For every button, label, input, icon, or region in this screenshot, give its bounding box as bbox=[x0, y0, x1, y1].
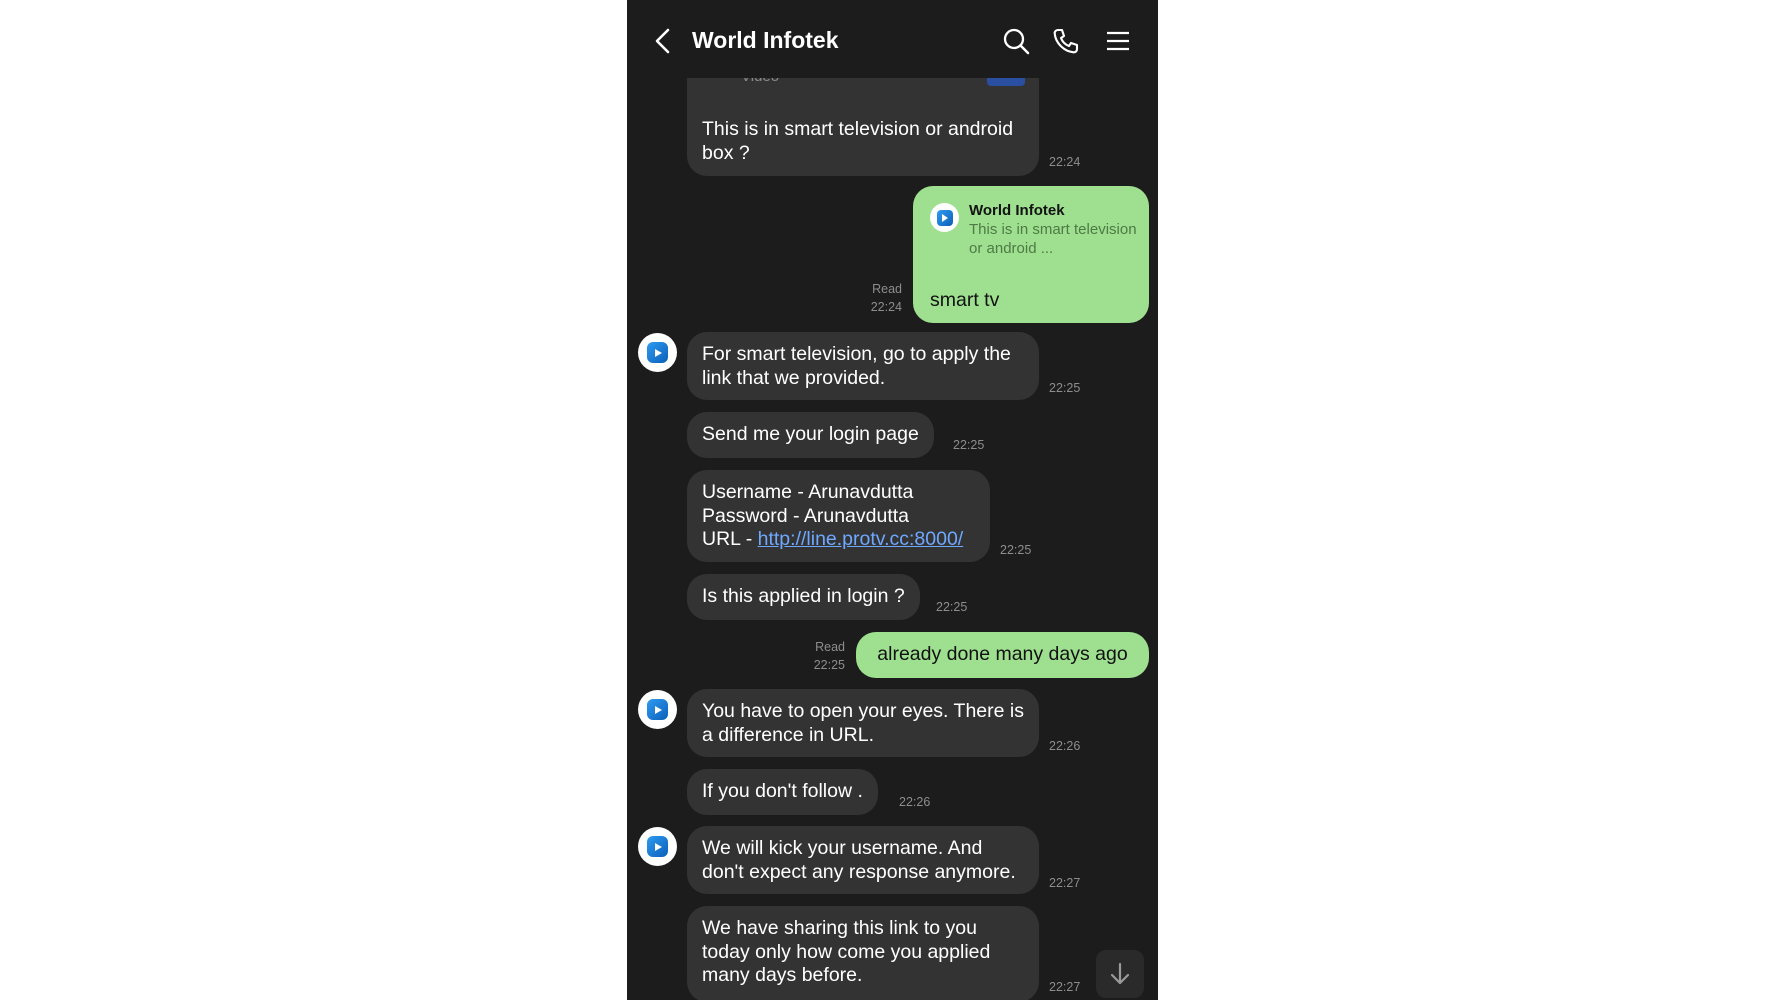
message-text: We will kick your username. And don't ex… bbox=[702, 837, 1016, 883]
message-incoming[interactable]: Username - Arunavdutta Password - Arunav… bbox=[687, 470, 990, 562]
url-label: URL - bbox=[702, 528, 758, 550]
quoted-avatar bbox=[930, 203, 959, 232]
message-time: 22:26 bbox=[1049, 739, 1081, 753]
message-time: 22:24 bbox=[1049, 155, 1081, 169]
quoted-sender: World Infotek bbox=[969, 202, 1065, 219]
quoted-text: This is in smart television or android .… bbox=[969, 221, 1137, 257]
message-text: We have sharing this link to you today o… bbox=[702, 917, 991, 986]
message-time: 22:27 bbox=[1049, 980, 1081, 994]
message-text: Send me your login page bbox=[702, 423, 919, 445]
message-time: 22:26 bbox=[899, 795, 931, 809]
message-text: already done many days ago bbox=[877, 643, 1128, 665]
message-incoming[interactable]: For smart television, go to apply the li… bbox=[687, 332, 1039, 400]
credentials-username: Username - Arunavdutta bbox=[702, 481, 914, 503]
world-infotek-logo-icon bbox=[647, 342, 668, 363]
message-incoming[interactable]: Is this applied in login ? bbox=[687, 574, 920, 620]
message-text: For smart television, go to apply the li… bbox=[702, 343, 1011, 389]
message-incoming[interactable]: We will kick your username. And don't ex… bbox=[687, 826, 1039, 894]
message-time: 22:25 bbox=[936, 600, 968, 614]
message-text: If you don't follow . bbox=[702, 780, 863, 802]
read-status: Read bbox=[815, 640, 845, 654]
read-status: Read bbox=[872, 282, 902, 296]
world-infotek-logo-icon bbox=[647, 699, 668, 720]
message-time: 22:25 bbox=[1000, 543, 1032, 557]
message-time: 22:25 bbox=[953, 438, 985, 452]
chat-header: World Infotek bbox=[627, 0, 1158, 78]
message-incoming[interactable]: Send me your login page bbox=[687, 412, 934, 458]
phone-icon[interactable] bbox=[1049, 24, 1083, 58]
menu-icon[interactable] bbox=[1101, 24, 1135, 58]
message-time: 22:25 bbox=[1049, 381, 1081, 395]
world-infotek-logo-icon bbox=[647, 836, 668, 857]
credentials-password: Password - Arunavdutta bbox=[702, 504, 910, 527]
message-outgoing[interactable]: World Infotek This is in smart televisio… bbox=[913, 186, 1149, 323]
message-incoming[interactable]: You have to open your eyes. There is a d… bbox=[687, 689, 1039, 757]
message-incoming[interactable]: If you don't follow . bbox=[687, 769, 878, 815]
message-text: smart tv bbox=[930, 289, 1000, 311]
sender-avatar[interactable] bbox=[638, 690, 677, 729]
message-time: 22:25 bbox=[813, 658, 845, 672]
message-time: 22:27 bbox=[1049, 876, 1081, 890]
chat-screen: World Infotek This is in smart televisio… bbox=[627, 0, 1158, 1000]
scroll-to-bottom-button[interactable] bbox=[1096, 950, 1144, 998]
message-incoming[interactable]: We have sharing this link to you today o… bbox=[687, 906, 1039, 1000]
message-outgoing[interactable]: already done many days ago bbox=[856, 632, 1149, 678]
search-icon[interactable] bbox=[999, 24, 1033, 58]
arrow-down-icon bbox=[1110, 962, 1130, 985]
message-text: You have to open your eyes. There is a d… bbox=[702, 700, 1024, 746]
sender-avatar[interactable] bbox=[638, 827, 677, 866]
server-url-link[interactable]: http://line.protv.cc:8000/ bbox=[758, 528, 964, 550]
message-text: Is this applied in login ? bbox=[702, 585, 905, 607]
back-arrow-icon[interactable] bbox=[647, 24, 681, 58]
message-text: This is in smart television or android b… bbox=[702, 118, 1014, 164]
chat-title[interactable]: World Infotek bbox=[692, 27, 839, 54]
message-time: 22:24 bbox=[870, 300, 902, 314]
world-infotek-logo-icon bbox=[936, 209, 953, 226]
sender-avatar[interactable] bbox=[638, 333, 677, 372]
